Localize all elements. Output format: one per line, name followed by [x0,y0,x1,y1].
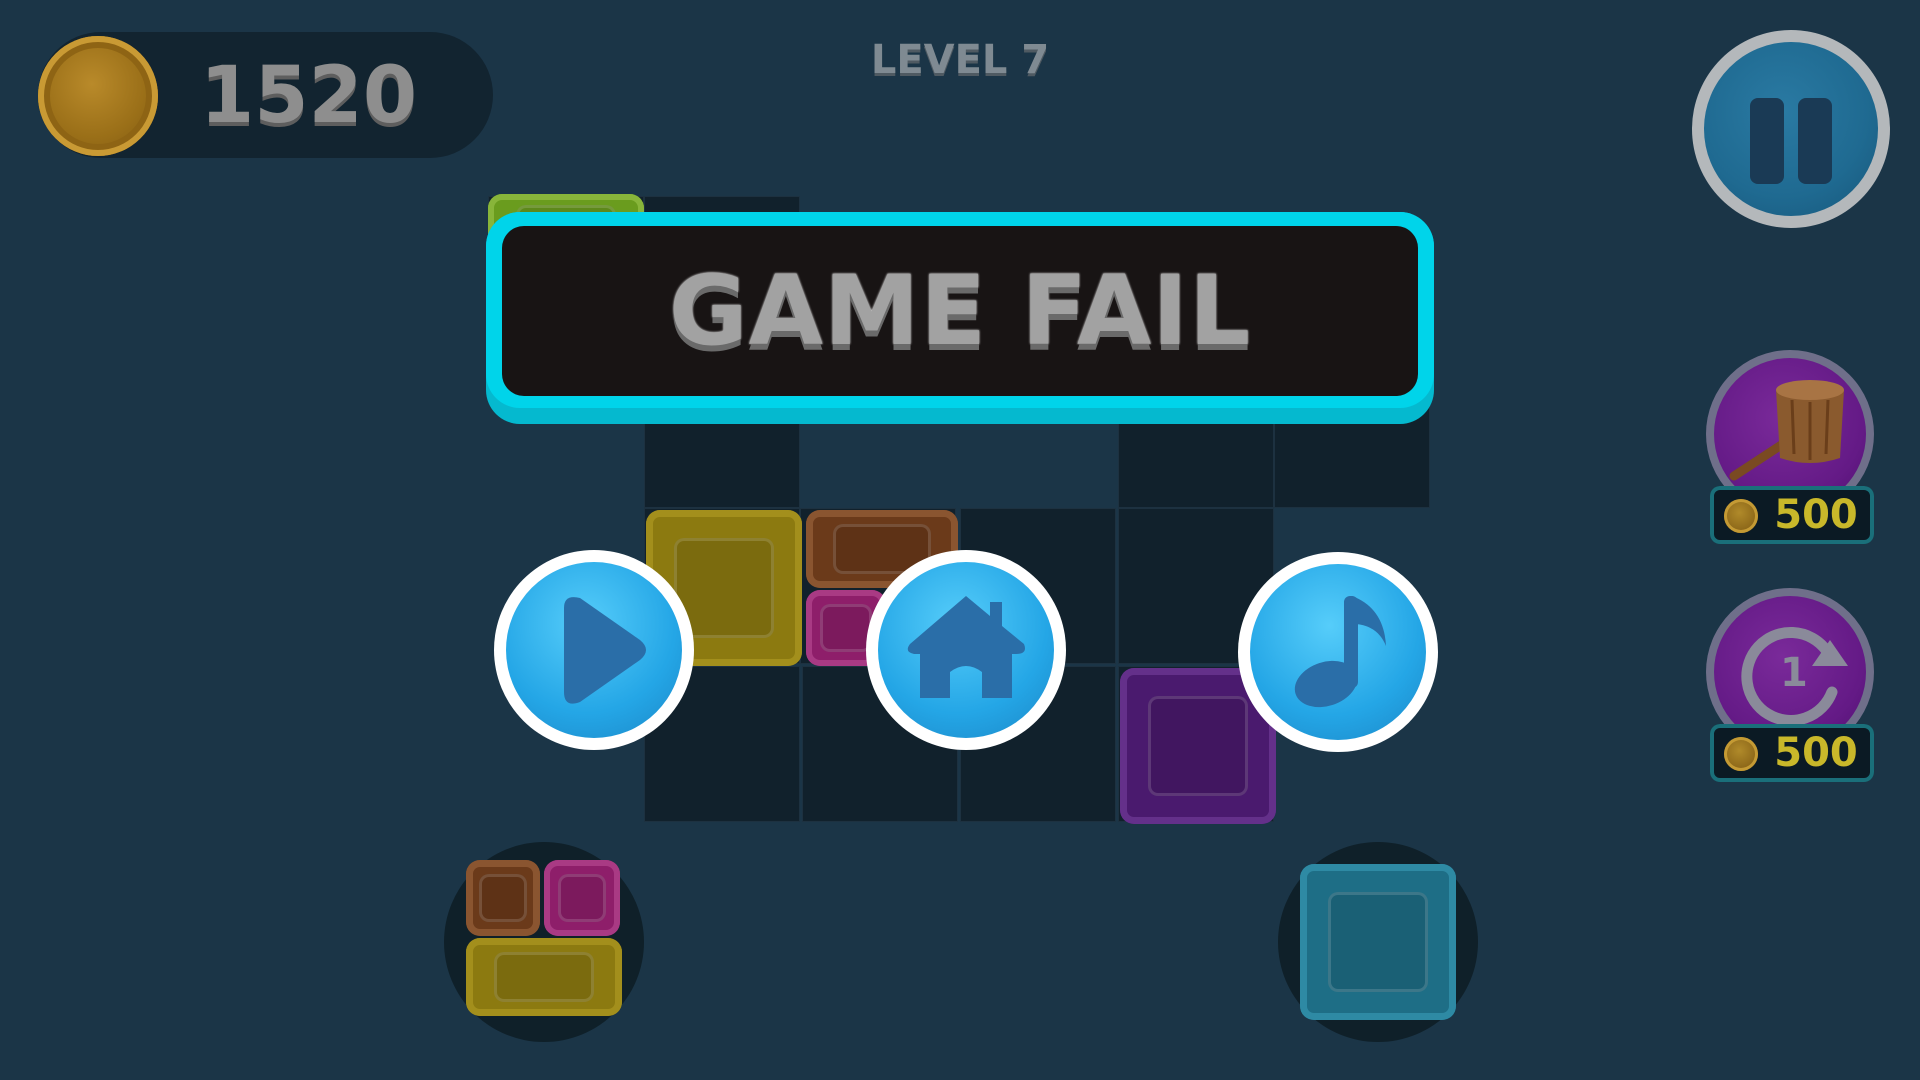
pause-bar [1750,98,1784,184]
tray-block-brown[interactable] [466,860,540,936]
hammer-price: 500 [1710,486,1874,544]
play-icon [564,597,646,704]
home-icon [907,596,1025,698]
music-note-icon [1294,596,1386,708]
game-screen: 1520 LEVEL 7 GAME FAIL 500 1 500 [0,0,1920,1080]
coin-icon [1724,737,1758,771]
undo-count: 1 [1780,650,1808,696]
piece-tray-left[interactable] [444,842,644,1042]
coin-icon [38,36,158,156]
resume-button[interactable] [494,550,694,750]
home-button[interactable] [866,550,1066,750]
level-label: LEVEL 7 [870,37,1050,83]
game-fail-title: GAME FAIL [668,255,1252,367]
pause-icon [1704,42,1878,216]
hammer-price-amount: 500 [1774,492,1858,538]
undo-price-amount: 500 [1774,730,1858,776]
coin-count: 1520 [200,51,418,141]
pause-bar [1798,98,1832,184]
tray-block-pink[interactable] [544,860,620,936]
tray-block-cyan[interactable] [1300,864,1456,1020]
pause-button[interactable] [1692,30,1890,228]
undo-price: 500 [1710,724,1874,782]
tray-block-yellow[interactable] [466,938,622,1016]
music-button[interactable] [1238,552,1438,752]
coin-icon [1724,499,1758,533]
piece-tray-right[interactable] [1278,842,1478,1042]
